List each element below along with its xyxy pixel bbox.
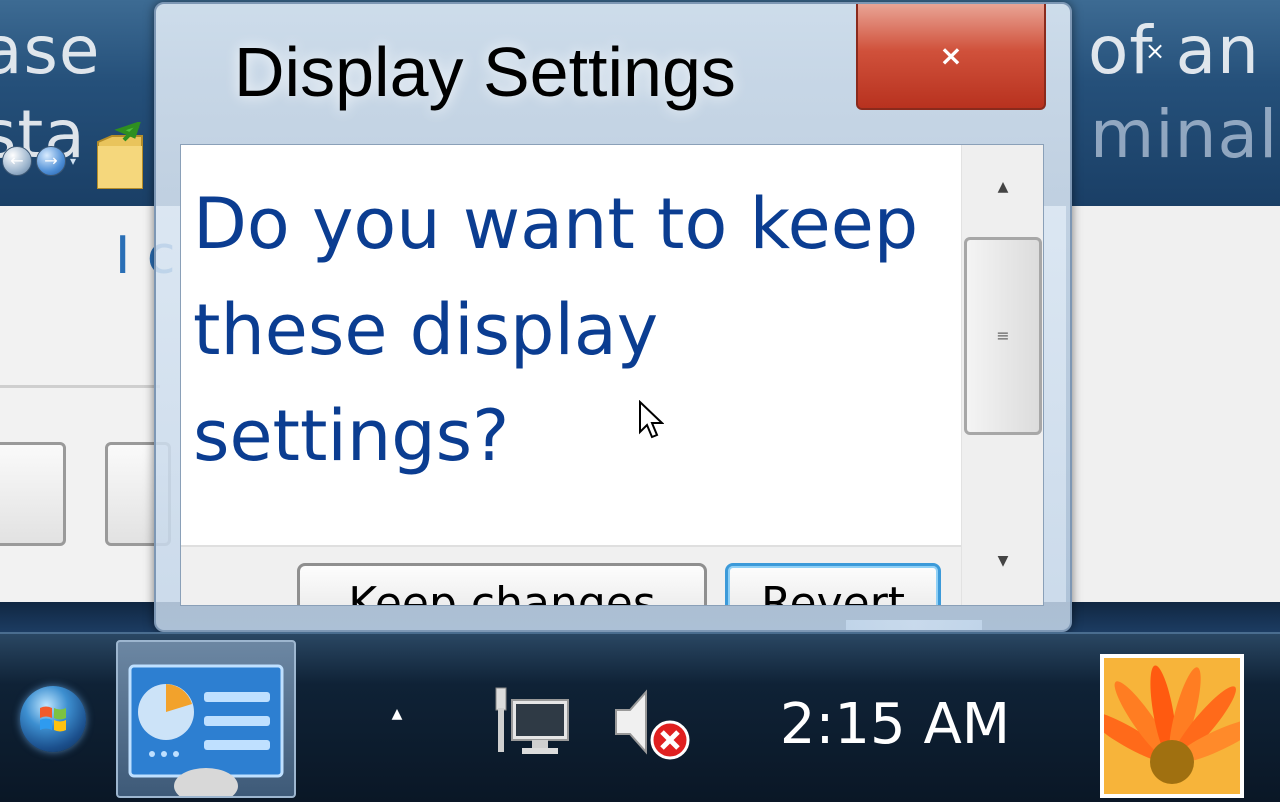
background-button[interactable] (0, 442, 66, 546)
scroll-thumb[interactable]: ≡ (964, 237, 1042, 435)
confirmation-message: Do you want to keep these display settin… (193, 183, 919, 477)
background-title-fragment: of an (1088, 12, 1260, 89)
background-nav-buttons: ← → ▾ (2, 146, 76, 176)
forward-arrow-icon[interactable]: → (36, 146, 66, 176)
close-button[interactable]: × (856, 4, 1046, 110)
taskbar-display-settings-button[interactable] (116, 640, 296, 802)
back-arrow-icon[interactable]: ← (2, 146, 32, 176)
dialog-content: Do you want to keep these display settin… (180, 144, 1044, 606)
background-title-fragment: minal (1090, 96, 1279, 173)
keep-changes-button[interactable]: Keep changes (297, 563, 707, 605)
taskbar: ▲ 2:15 AM (0, 632, 1280, 802)
show-hidden-icons-icon[interactable]: ▲ (388, 706, 406, 724)
system-clock[interactable]: 2:15 AM (760, 690, 1030, 760)
network-icon[interactable] (494, 686, 574, 760)
nav-dropdown-icon[interactable]: ▾ (70, 154, 76, 168)
mouse-cursor-icon (639, 400, 664, 439)
flower-image-icon (1104, 658, 1240, 794)
windows-logo-icon (40, 706, 66, 732)
revert-button[interactable]: Revert (725, 563, 941, 605)
desktop-thumbnail[interactable] (1100, 654, 1244, 798)
display-settings-dialog: Display Settings × Do you want to keep t… (154, 2, 1072, 632)
scroll-down-arrow-icon[interactable]: ▼ (962, 531, 1043, 591)
background-window-right-area (1066, 206, 1280, 604)
background-title-fragment: ase (0, 12, 101, 89)
folder-icon (97, 122, 143, 189)
dialog-title: Display Settings (234, 33, 736, 111)
background-divider (0, 385, 160, 388)
dialog-button-strip: Keep changes Revert (181, 545, 961, 605)
background-close-icon[interactable]: × (1142, 38, 1168, 64)
volume-muted-icon[interactable] (612, 686, 692, 764)
scroll-up-arrow-icon[interactable]: ▲ (962, 157, 1043, 217)
vertical-scrollbar[interactable]: ▲ ≡ ▼ (961, 145, 1043, 605)
display-settings-icon (128, 664, 284, 802)
windows-start-icon[interactable] (20, 686, 86, 752)
